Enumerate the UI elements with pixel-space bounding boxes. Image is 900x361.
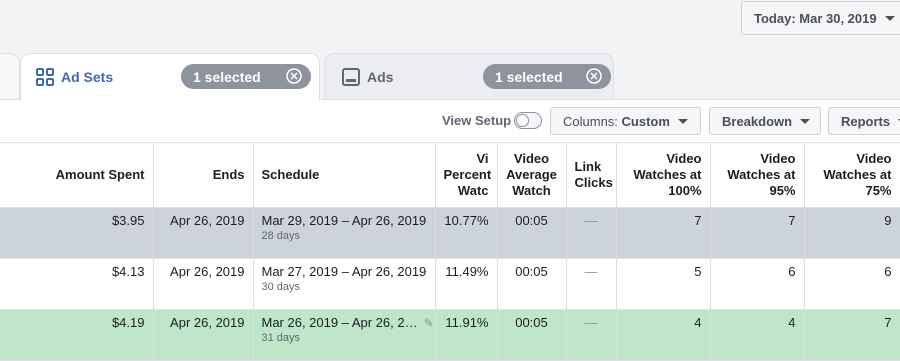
reports-button[interactable]: Reports <box>828 107 900 135</box>
col-video-average-watch[interactable]: Video Average Watch <box>497 143 567 208</box>
cell-link: — <box>566 207 617 259</box>
cell-w100: 4 <box>616 309 711 361</box>
cell-ends: Apr 26, 2019 <box>153 309 254 361</box>
cell-amount: $4.13 <box>0 258 154 310</box>
selected-pill-label: 1 selected <box>193 68 261 85</box>
ad-sets-table: Amount Spent Ends Schedule Vi Percent Watc… <box>0 143 900 361</box>
cell-link: — <box>566 309 617 361</box>
selected-pill[interactable]: 1 selected <box>483 64 611 89</box>
col-video-watches-75[interactable]: Video Watches at 75% <box>804 143 900 208</box>
cell-pct: 11.49% <box>435 258 498 310</box>
schedule-range: Mar 27, 2019 – Apr 26, 2019 <box>261 264 427 279</box>
cell-ends: Apr 26, 2019 <box>153 207 254 259</box>
col-video-watches-95[interactable]: Video Watches at 95% <box>710 143 805 208</box>
clear-selection-icon[interactable] <box>586 68 602 84</box>
breakdown-button[interactable]: Breakdown <box>709 107 821 135</box>
col-video-watches-100[interactable]: Video Watches at 100% <box>616 143 711 208</box>
col-schedule[interactable]: Schedule <box>253 143 436 208</box>
cell-ends: Apr 26, 2019 <box>153 258 254 310</box>
cell-w100: 7 <box>616 207 711 259</box>
cell-w100: 5 <box>616 258 711 310</box>
columns-button[interactable]: Columns: Custom <box>550 107 701 135</box>
cell-pct: 10.77% <box>435 207 498 259</box>
cell-w95: 4 <box>710 309 805 361</box>
tab-ads-label: Ads <box>367 68 394 85</box>
date-label: Today: Mar 30, 2019 <box>754 10 877 26</box>
cell-w75: 7 <box>804 309 900 361</box>
col-video-percent-watched[interactable]: Vi Percent Watc <box>435 143 498 208</box>
table-toolbar: View Setup Columns: Custom Breakdown Rep… <box>0 100 900 143</box>
tab-ads[interactable]: Ads 1 selected <box>324 53 614 99</box>
table-row[interactable]: $4.13 Apr 26, 2019 Mar 27, 2019 – Apr 26… <box>0 258 900 310</box>
tab-ad-sets[interactable]: Ad Sets 1 selected <box>20 53 320 100</box>
cell-amount: $3.95 <box>0 207 154 259</box>
cell-schedule[interactable]: Mar 29, 2019 – Apr 26, 2019 28 days <box>253 207 436 259</box>
cell-avg: 00:05 <box>497 207 567 259</box>
tab-ad-sets-label: Ad Sets <box>61 69 114 85</box>
view-setup-toggle[interactable] <box>514 112 542 129</box>
cell-pct: 11.91% <box>435 309 498 361</box>
date-range-button[interactable]: Today: Mar 30, 2019 <box>741 1 900 35</box>
schedule-days: 28 days <box>261 230 301 242</box>
columns-label: Columns: Custom <box>563 113 670 129</box>
cell-w95: 7 <box>710 207 805 259</box>
table-row[interactable]: $4.19 Apr 26, 2019 Mar 26, 2019 – Apr 26… <box>0 309 900 361</box>
clear-selection-icon[interactable] <box>286 68 302 84</box>
chevron-down-icon <box>800 118 811 124</box>
chevron-down-icon <box>677 118 688 124</box>
cell-amount: $4.19 <box>0 309 154 361</box>
top-bar: Today: Mar 30, 2019 <box>0 0 900 44</box>
schedule-range: Mar 26, 2019 – Apr 26, 2… ✎ <box>261 315 434 330</box>
col-amount-spent[interactable]: Amount Spent <box>0 143 154 208</box>
cell-avg: 00:05 <box>497 309 567 361</box>
selected-pill-label: 1 selected <box>495 68 563 85</box>
level-tabs: Ad Sets 1 selected Ads 1 selected <box>0 43 900 100</box>
cell-schedule[interactable]: Mar 27, 2019 – Apr 26, 2019 30 days <box>253 258 436 310</box>
ads-square-icon <box>341 67 361 87</box>
cell-avg: 00:05 <box>497 258 567 310</box>
view-setup-label: View Setup <box>442 113 512 128</box>
table-header-row: Amount Spent Ends Schedule Vi Percent Watc… <box>0 143 900 208</box>
cell-w95: 6 <box>710 258 805 310</box>
col-link-clicks[interactable]: Link Clicks <box>566 143 617 208</box>
schedule-days: 31 days <box>261 332 301 344</box>
col-ends[interactable]: Ends <box>153 143 254 208</box>
selected-pill[interactable]: 1 selected <box>181 64 311 89</box>
cell-schedule[interactable]: Mar 26, 2019 – Apr 26, 2… ✎ 31 days <box>253 309 436 361</box>
reports-label: Reports <box>841 113 891 129</box>
pencil-edit-icon[interactable]: ✎ <box>424 316 434 330</box>
schedule-days: 30 days <box>261 281 301 293</box>
cell-link: — <box>566 258 617 310</box>
schedule-range: Mar 29, 2019 – Apr 26, 2019 <box>261 213 427 228</box>
tab-campaigns-stub[interactable] <box>0 53 20 99</box>
cell-w75: 6 <box>804 258 900 310</box>
cell-w75: 9 <box>804 207 900 259</box>
table-row[interactable]: $3.95 Apr 26, 2019 Mar 29, 2019 – Apr 26… <box>0 207 900 259</box>
chevron-down-icon <box>884 15 895 21</box>
toggle-knob <box>516 114 529 127</box>
breakdown-label: Breakdown <box>722 113 793 129</box>
ad-sets-grid-icon <box>35 67 55 87</box>
